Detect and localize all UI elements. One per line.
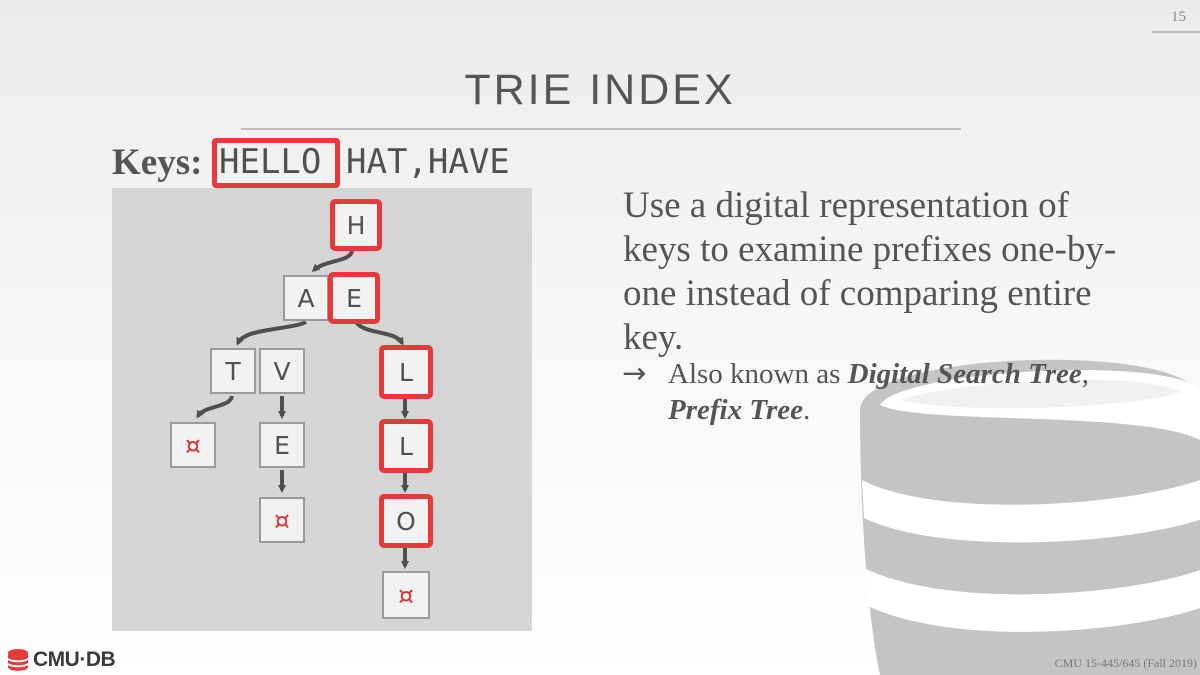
trie-node-o: O xyxy=(379,494,433,548)
logo-text: CMU·DB xyxy=(33,648,116,671)
trie-terminator-3: ¤ xyxy=(382,571,430,619)
edge-a-tv xyxy=(236,320,307,346)
course-footer: CMU 15-445/645 (Fall 2019) xyxy=(1054,656,1197,670)
bullet-prefix: Also known as xyxy=(668,358,848,390)
trie-terminator-1: ¤ xyxy=(170,422,216,468)
body-paragraph: Use a digital representation of keys to … xyxy=(623,185,1117,358)
bullet-end: . xyxy=(803,394,811,426)
trie-node-a: A xyxy=(283,275,329,321)
edge-h-a xyxy=(311,250,354,273)
trie-node-l1: L xyxy=(379,345,433,399)
trie-node-e2: E xyxy=(259,422,305,468)
edge-e-l xyxy=(354,320,404,346)
term-prefix-tree: Prefix Tree xyxy=(668,394,804,426)
bullet-arrow-icon: → xyxy=(622,356,647,390)
term-digital-search-tree: Digital Search Tree xyxy=(847,358,1082,390)
trie-terminator-2: ¤ xyxy=(259,497,305,543)
bullet-text: Also known as Digital Search Tree, Prefix… xyxy=(668,356,1168,428)
trie-node-e: E xyxy=(328,272,380,324)
edge-t-term xyxy=(196,395,234,419)
trie-node-v: V xyxy=(259,348,305,394)
bullet-separator: , xyxy=(1081,358,1090,390)
cmu-db-logo: CMU·DB xyxy=(6,647,116,673)
trie-node-t: T xyxy=(210,348,256,394)
database-logo-icon xyxy=(8,649,28,671)
trie-node-l2: L xyxy=(379,419,433,473)
trie-node-h: H xyxy=(330,199,382,251)
